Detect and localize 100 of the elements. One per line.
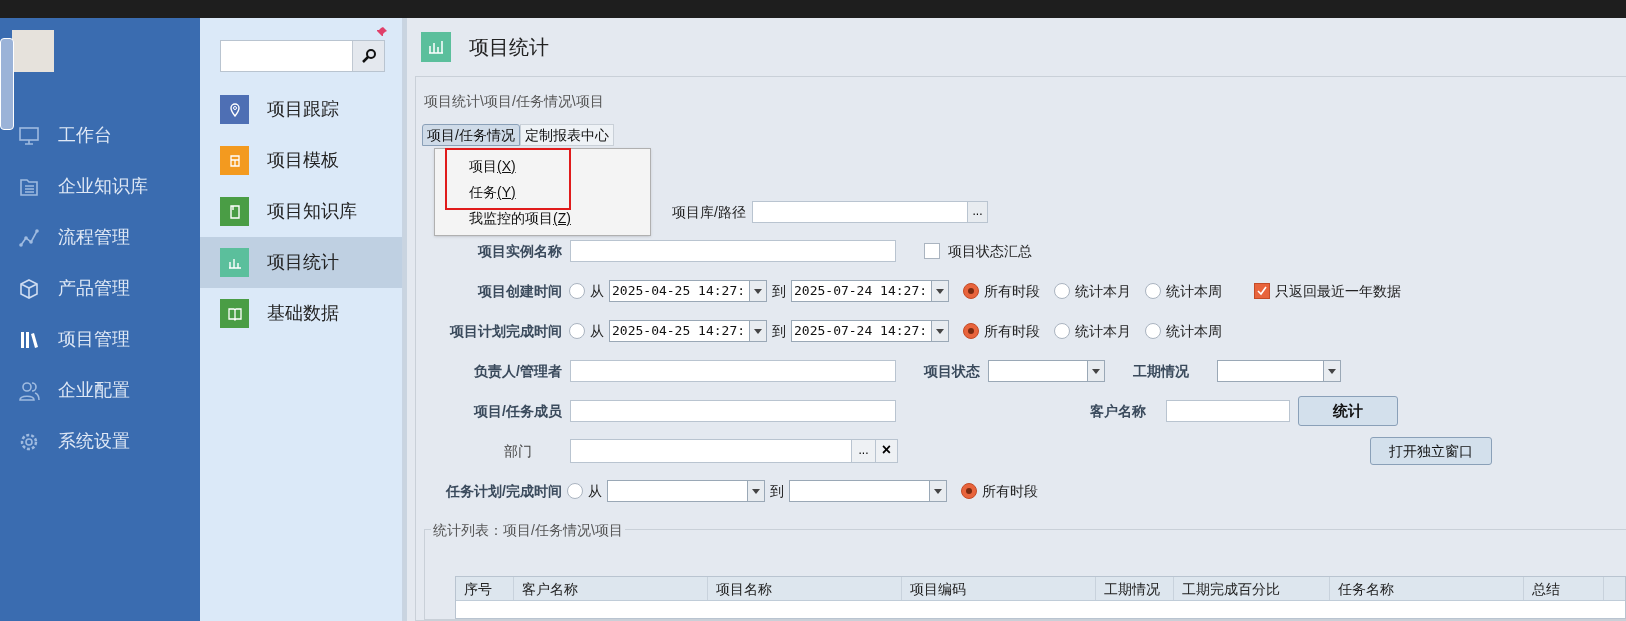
caret-icon — [1323, 361, 1340, 381]
menu-item[interactable]: 项目(X) — [435, 153, 650, 179]
menu-item[interactable]: 我监控的项目(Z) — [435, 205, 650, 231]
input-field[interactable] — [570, 400, 896, 422]
dropdown[interactable]: 2025-04-25 14:27: — [609, 280, 767, 302]
subnav-item[interactable]: 项目跟踪 — [200, 84, 402, 135]
sidebar-handle[interactable] — [0, 38, 14, 130]
field-label: 项目创建时间 — [476, 281, 562, 301]
caret-icon — [749, 321, 766, 341]
breadcrumb: 项目统计\项目/任务情况\项目 — [424, 92, 605, 111]
radio-button[interactable] — [569, 283, 585, 299]
input-field[interactable] — [570, 240, 896, 262]
option-label: 到 — [772, 321, 786, 341]
dropdown[interactable] — [988, 360, 1105, 382]
column-header[interactable]: 序号 — [456, 577, 514, 600]
checkbox[interactable] — [924, 243, 940, 259]
option-label: 从 — [590, 321, 604, 341]
caret-icon — [1087, 361, 1104, 381]
column-header[interactable]: 项目编码 — [902, 577, 1096, 600]
field-label: 部门 — [503, 441, 533, 461]
department-field[interactable]: ... × — [570, 439, 898, 463]
radio-button[interactable] — [1145, 323, 1161, 339]
sidebar-item[interactable]: 流程管理 — [0, 212, 200, 263]
open-window-button[interactable]: 打开独立窗口 — [1370, 437, 1492, 465]
option-label: 所有时段 — [984, 281, 1040, 301]
column-header[interactable]: 客户名称 — [514, 577, 708, 600]
dropdown[interactable] — [607, 480, 765, 502]
field-label: 客户名称 — [1089, 401, 1146, 421]
path-field[interactable]: ... — [752, 201, 988, 223]
radio-button[interactable] — [961, 483, 977, 499]
clear-button[interactable]: × — [875, 440, 897, 462]
users-icon — [18, 379, 40, 402]
subnav-item[interactable]: 项目统计 — [200, 237, 402, 288]
stat-button[interactable]: 统计 — [1298, 396, 1398, 426]
cube-icon — [18, 277, 40, 300]
input-field[interactable] — [1166, 400, 1290, 422]
radio-button[interactable] — [569, 323, 585, 339]
field-label: 任务计划/完成时间 — [444, 481, 562, 501]
option-label: 到 — [772, 281, 786, 301]
search-field[interactable] — [220, 40, 385, 72]
sidebar-item[interactable]: 项目管理 — [0, 314, 200, 365]
dropdown[interactable]: 2025-04-25 14:27: — [609, 320, 767, 342]
browse-button[interactable]: ... — [851, 440, 875, 462]
caret-icon — [931, 281, 948, 301]
subnav-item[interactable]: 项目模板 — [200, 135, 402, 186]
field-label: 项目/任务成员 — [472, 401, 562, 421]
menu-item[interactable]: 任务(Y) — [435, 179, 650, 205]
column-header[interactable]: 任务名称 — [1330, 577, 1524, 600]
option-label: 从 — [588, 481, 602, 501]
tab[interactable]: 项目/任务情况 — [422, 124, 520, 146]
radio-button[interactable] — [1054, 283, 1070, 299]
dropdown[interactable]: 2025-07-24 14:27: — [791, 280, 949, 302]
checkbox[interactable] — [1254, 283, 1270, 299]
field-label: 项目实例名称 — [476, 241, 562, 261]
sidebar-item[interactable]: 企业配置 — [0, 365, 200, 416]
sidebar-item[interactable]: 企业知识库 — [0, 161, 200, 212]
column-header[interactable]: 工期情况 — [1096, 577, 1174, 600]
sidebar-item[interactable]: 产品管理 — [0, 263, 200, 314]
field-label: 负责人/管理者 — [473, 361, 562, 381]
option-label: 到 — [770, 481, 784, 501]
option-label: 只返回最近一年数据 — [1275, 281, 1401, 301]
dropdown[interactable] — [1217, 360, 1341, 382]
radio-button[interactable] — [1145, 283, 1161, 299]
field-label: 项目计划完成时间 — [448, 321, 562, 341]
sidebar-item[interactable]: 系统设置 — [0, 416, 200, 467]
caret-icon — [929, 481, 946, 501]
monitor-icon — [18, 124, 40, 147]
radio-button[interactable] — [1054, 323, 1070, 339]
app-logo — [12, 30, 54, 72]
input-field[interactable] — [570, 360, 896, 382]
browse-button[interactable]: ... — [967, 202, 987, 222]
line-chart-icon — [18, 226, 40, 249]
caret-icon — [749, 281, 766, 301]
chart-icon — [421, 32, 451, 62]
option-label: 统计本周 — [1166, 281, 1222, 301]
radio-button[interactable] — [963, 283, 979, 299]
option-label: 项目状态汇总 — [948, 241, 1032, 261]
option-label: 统计本月 — [1075, 281, 1131, 301]
page-title: 项目统计 — [469, 35, 549, 60]
option-label: 统计本月 — [1075, 321, 1131, 341]
subnav-item[interactable]: 项目知识库 — [200, 186, 402, 237]
caret-icon — [747, 481, 764, 501]
column-header[interactable]: 项目名称 — [708, 577, 902, 600]
column-header[interactable]: 总结 — [1524, 577, 1604, 600]
caret-icon — [931, 321, 948, 341]
dropdown[interactable]: 2025-07-24 14:27: — [791, 320, 949, 342]
sidebar-item[interactable]: 工作台 — [0, 110, 200, 161]
radio-button[interactable] — [963, 323, 979, 339]
option-label: 统计本周 — [1166, 321, 1222, 341]
option-label: 所有时段 — [984, 321, 1040, 341]
radio-button[interactable] — [567, 483, 583, 499]
pin-icon[interactable] — [376, 26, 388, 38]
dropdown[interactable] — [789, 480, 947, 502]
field-label: 工期情况 — [1132, 361, 1189, 381]
tab[interactable]: 定制报表中心 — [519, 124, 614, 146]
column-header[interactable]: 工期完成百分比 — [1174, 577, 1330, 600]
option-label: 所有时段 — [982, 481, 1038, 501]
subnav-item[interactable]: 基础数据 — [200, 288, 402, 339]
search-icon[interactable] — [352, 41, 384, 71]
option-label: 从 — [590, 281, 604, 301]
